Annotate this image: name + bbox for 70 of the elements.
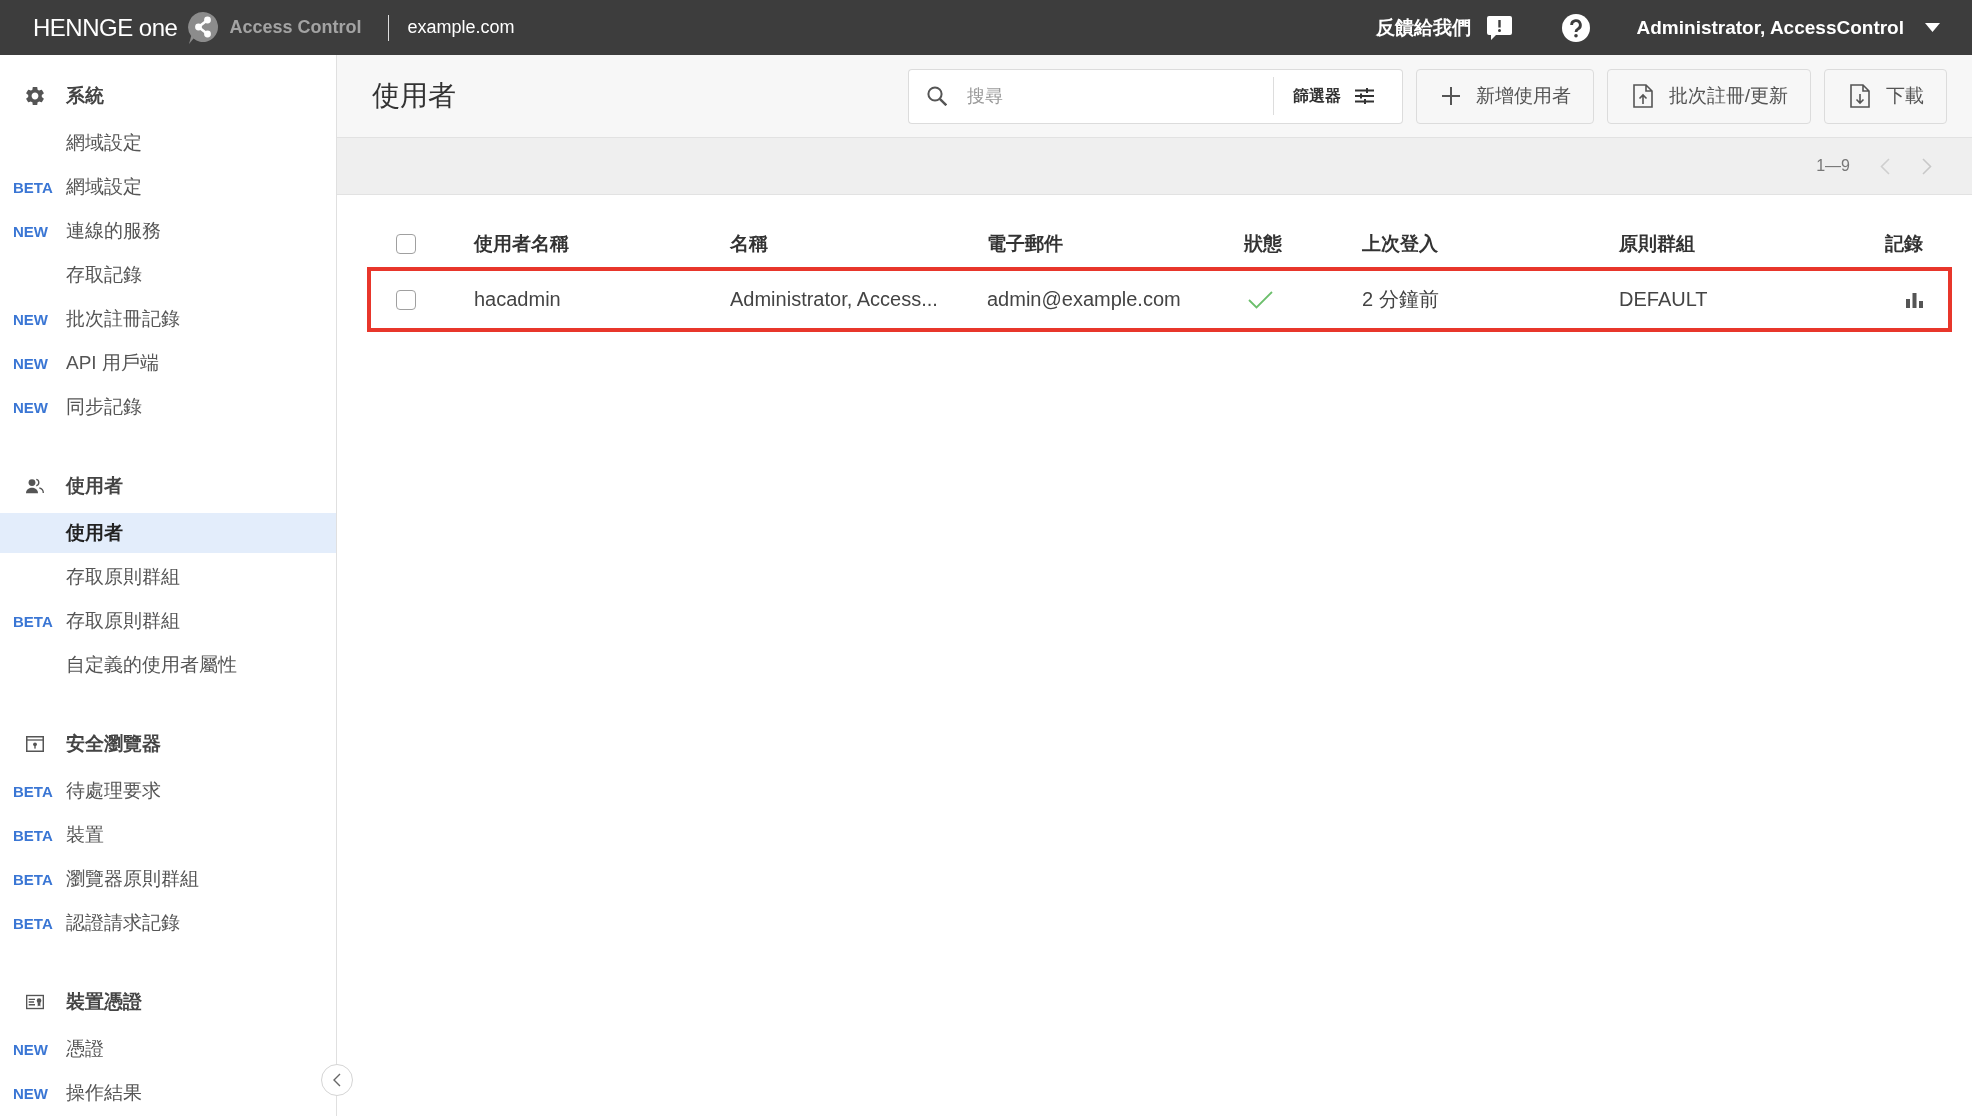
sidebar-item[interactable]: NEW 連線的服務 [0, 211, 316, 251]
row-checkbox[interactable] [396, 289, 416, 310]
page-range: 1—9 [1816, 157, 1850, 175]
release-label: BETA [13, 178, 53, 196]
speech-bubble-alert-icon [1486, 15, 1512, 40]
account-menu[interactable]: Administrator, AccessControl [1636, 16, 1940, 39]
certificate-icon [26, 993, 44, 1011]
release-label: BETA [13, 826, 53, 844]
table-cell-text: 2 分鐘前 [1362, 287, 1439, 312]
sidebar-item[interactable]: NEW API 用戶端 [0, 343, 316, 383]
column-header: 狀態 [1244, 232, 1282, 256]
sidebar-item[interactable]: 自定義的使用者屬性 [0, 645, 316, 685]
table-cell: hacadmin [474, 288, 561, 311]
sidebar-item[interactable]: NEW 操作結果 [0, 1073, 316, 1113]
sidebar-item[interactable]: NEW 同步記錄 [0, 387, 316, 427]
action-button[interactable]: 批次註冊/更新 [1606, 68, 1811, 124]
sidebar-item[interactable]: BETA 瀏覽器原則群組 [0, 859, 316, 899]
sidebar-item[interactable]: NEW 憑證 [0, 1029, 316, 1069]
sidebar-item[interactable]: BETA 認證請求記錄 [0, 903, 316, 943]
users-icon [26, 477, 44, 495]
release-label: BETA [13, 870, 53, 888]
release-label: NEW [13, 310, 48, 328]
product-name: Access Control [229, 17, 362, 38]
gear-icon [26, 87, 44, 105]
release-label: NEW [13, 354, 48, 372]
sidebar-item[interactable]: BETA 存取原則群組 [0, 601, 316, 641]
table-cell: Administrator, Access... [730, 288, 938, 311]
column-header: 名稱 [730, 232, 768, 256]
release-label: NEW [13, 1084, 48, 1102]
sidebar-item[interactable]: BETA 待處理要求 [0, 771, 316, 811]
column-header: 使用者名稱 [474, 232, 569, 256]
caret-down-icon [1925, 23, 1940, 32]
release-label: BETA [13, 914, 53, 932]
sidebar-item[interactable]: 網域設定 [0, 123, 316, 163]
bar-chart-icon[interactable] [1906, 291, 1923, 308]
page-title: 使用者 [372, 79, 456, 113]
help-icon[interactable] [1561, 13, 1590, 42]
plus-icon [1441, 87, 1460, 105]
file-download-icon [1850, 84, 1870, 108]
sidebar-item[interactable]: 存取原則群組 [0, 557, 316, 597]
release-label: BETA [13, 612, 53, 630]
brand-logo: HENNGE one [33, 13, 178, 42]
chevron-left-icon [333, 1073, 341, 1087]
release-label: BETA [13, 782, 53, 800]
sidebar-item[interactable]: NEW 批次註冊記錄 [0, 299, 316, 339]
column-header: 原則群組 [1619, 232, 1695, 256]
column-header: 記錄 [1885, 232, 1923, 256]
share-bubble-icon [187, 10, 220, 45]
action-button[interactable]: 新增使用者 [1415, 68, 1594, 124]
section-title: 系統 [66, 84, 104, 108]
sidebar-item[interactable]: 使用者 [0, 513, 336, 553]
domain-name: example.com [407, 17, 515, 38]
column-header: 電子郵件 [987, 232, 1063, 256]
column-header: 上次登入 [1362, 232, 1438, 256]
select-all-checkbox[interactable] [396, 234, 416, 254]
sidebar-item[interactable]: BETA 裝置 [0, 815, 316, 855]
section-title: 使用者 [66, 474, 123, 498]
section-title: 裝置憑證 [66, 990, 142, 1014]
sidebar-item[interactable]: 存取記錄 [0, 255, 316, 295]
browser-lock-icon [26, 735, 44, 753]
section-title: 安全瀏覽器 [66, 732, 161, 756]
sidebar-item[interactable]: BETA 網域設定 [0, 167, 316, 207]
feedback-button[interactable]: 反饋給我們 [1375, 14, 1512, 41]
release-label: NEW [13, 398, 48, 416]
release-label: NEW [13, 1040, 48, 1058]
table-cell: admin@example.com [987, 288, 1181, 311]
file-upload-icon [1632, 84, 1653, 108]
release-label: NEW [13, 222, 48, 240]
table-cell: DEFAULT [1619, 288, 1708, 311]
action-button[interactable]: 下載 [1824, 68, 1947, 124]
